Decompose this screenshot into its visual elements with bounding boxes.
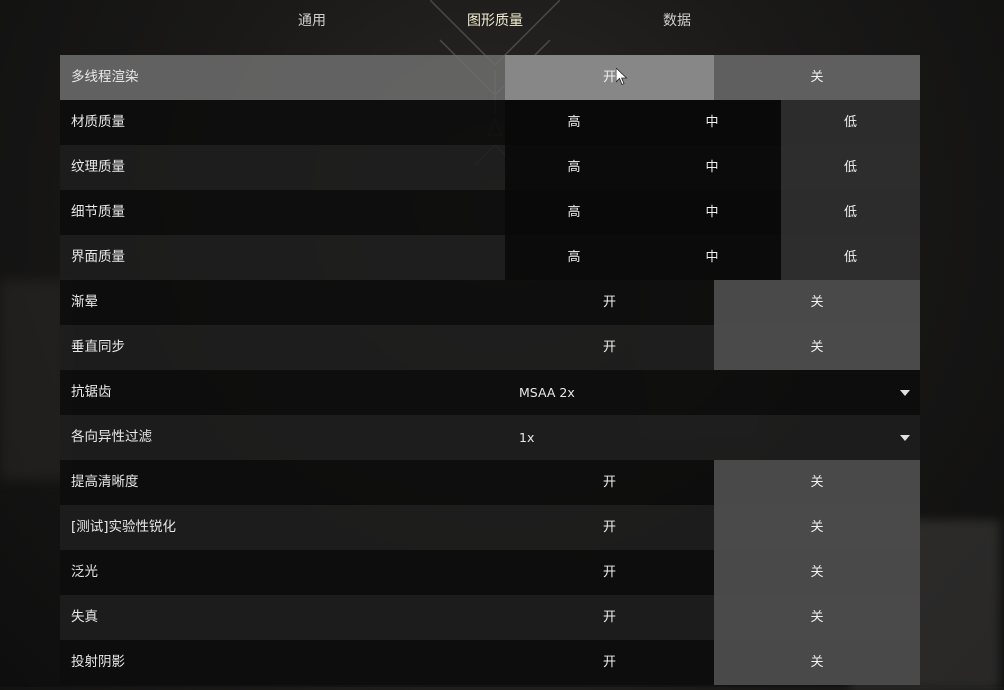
option-high[interactable]: 高 (505, 100, 643, 145)
setting-row-cast-shadows: 投射阴影 开 关 (60, 640, 920, 685)
setting-row-anti-aliasing: 抗锯齿 MSAA 2x (60, 370, 920, 415)
option-low[interactable]: 低 (781, 145, 920, 190)
graphics-settings-list: 多线程渲染 开 关 材质质量 高 中 低 纹理质量 高 中 低 细节质量 高 中… (60, 55, 920, 685)
setting-label: 各向异性过滤 (71, 429, 152, 445)
setting-label: 材质质量 (71, 114, 125, 130)
setting-row-ui-quality: 界面质量 高 中 低 (60, 235, 920, 280)
option-high[interactable]: 高 (505, 190, 643, 235)
setting-label: 抗锯齿 (71, 384, 112, 400)
setting-label: [测试]实验性锐化 (71, 519, 177, 535)
setting-label: 界面质量 (71, 249, 125, 265)
setting-label: 失真 (71, 609, 98, 625)
option-off[interactable]: 关 (714, 640, 920, 685)
option-on[interactable]: 开 (505, 550, 714, 595)
tab-graphics-quality[interactable]: 图形质量 (467, 10, 523, 30)
option-medium[interactable]: 中 (643, 145, 781, 190)
setting-row-sharpness: 提高清晰度 开 关 (60, 460, 920, 505)
option-on[interactable]: 开 (505, 595, 714, 640)
setting-row-multithread-rendering: 多线程渲染 开 关 (60, 55, 920, 100)
settings-tabs: 通用 图形质量 数据 (0, 0, 1004, 40)
tab-data[interactable]: 数据 (663, 10, 691, 30)
option-medium[interactable]: 中 (643, 100, 781, 145)
option-off[interactable]: 关 (714, 505, 920, 550)
option-off[interactable]: 关 (714, 280, 920, 325)
setting-row-bloom: 泛光 开 关 (60, 550, 920, 595)
option-medium[interactable]: 中 (643, 190, 781, 235)
option-low[interactable]: 低 (781, 100, 920, 145)
anti-aliasing-dropdown[interactable]: MSAA 2x (505, 370, 920, 415)
setting-row-anisotropic-filtering: 各向异性过滤 1x (60, 415, 920, 460)
setting-label: 纹理质量 (71, 159, 125, 175)
option-off[interactable]: 关 (714, 460, 920, 505)
option-on[interactable]: 开 (505, 505, 714, 550)
option-off[interactable]: 关 (714, 550, 920, 595)
setting-row-texture-quality: 纹理质量 高 中 低 (60, 145, 920, 190)
setting-row-experimental-sharpening: [测试]实验性锐化 开 关 (60, 505, 920, 550)
setting-label: 提高清晰度 (71, 474, 139, 490)
option-high[interactable]: 高 (505, 145, 643, 190)
setting-row-vignette: 渐晕 开 关 (60, 280, 920, 325)
setting-label: 泛光 (71, 564, 98, 580)
setting-row-material-quality: 材质质量 高 中 低 (60, 100, 920, 145)
setting-row-vsync: 垂直同步 开 关 (60, 325, 920, 370)
option-on[interactable]: 开 (505, 325, 714, 370)
option-low[interactable]: 低 (781, 235, 920, 280)
option-low[interactable]: 低 (781, 190, 920, 235)
option-on[interactable]: 开 (505, 640, 714, 685)
setting-label: 投射阴影 (71, 654, 125, 670)
setting-row-distortion: 失真 开 关 (60, 595, 920, 640)
setting-label: 垂直同步 (71, 339, 125, 355)
tab-general[interactable]: 通用 (298, 10, 326, 30)
chevron-down-icon (900, 435, 910, 441)
option-off[interactable]: 关 (714, 595, 920, 640)
setting-label: 多线程渲染 (71, 69, 139, 85)
option-on[interactable]: 开 (505, 55, 714, 100)
option-off[interactable]: 关 (714, 55, 920, 100)
setting-label: 细节质量 (71, 204, 125, 220)
anisotropic-filtering-dropdown[interactable]: 1x (505, 415, 920, 460)
setting-row-detail-quality: 细节质量 高 中 低 (60, 190, 920, 235)
option-on[interactable]: 开 (505, 280, 714, 325)
option-off[interactable]: 关 (714, 325, 920, 370)
option-high[interactable]: 高 (505, 235, 643, 280)
option-medium[interactable]: 中 (643, 235, 781, 280)
dropdown-value: 1x (519, 430, 535, 445)
chevron-down-icon (900, 390, 910, 396)
setting-label: 渐晕 (71, 294, 98, 310)
option-on[interactable]: 开 (505, 460, 714, 505)
dropdown-value: MSAA 2x (519, 385, 575, 400)
